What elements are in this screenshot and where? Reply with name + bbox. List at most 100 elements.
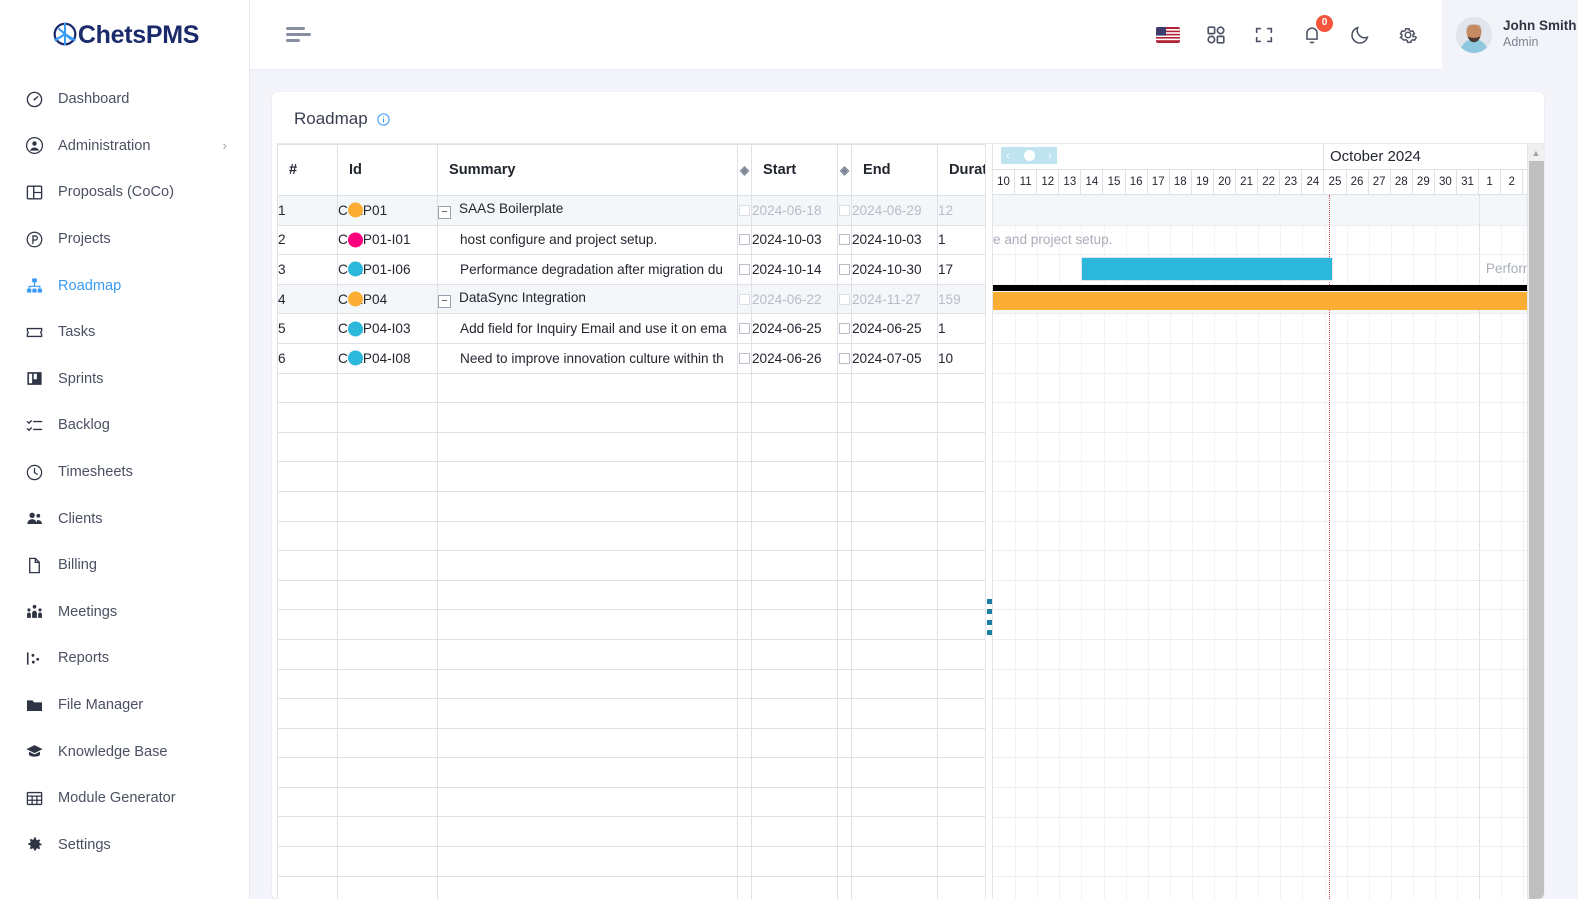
col-header-start[interactable]: Start (751, 144, 838, 196)
timeline-row[interactable] (993, 580, 1544, 610)
timeline-row[interactable] (993, 521, 1544, 551)
table-row[interactable]: 6 C01P04-I08 Need to improve innovation cu… (277, 342, 985, 374)
sidebar-item-roadmap[interactable]: Roadmap (0, 262, 249, 309)
timeline-row[interactable] (993, 757, 1544, 787)
table-row[interactable]: 4C01P04−DataSync Integration 2024-06-22 20… (277, 283, 985, 315)
timeline-row[interactable] (993, 432, 1544, 462)
scrollbar-thumb[interactable] (1529, 161, 1544, 899)
sidebar-item-tasks[interactable]: Tasks (0, 309, 249, 356)
timeline-row[interactable] (993, 876, 1544, 899)
cell-duration[interactable]: 159 (937, 283, 985, 315)
cell-end-date[interactable]: 2024-07-05 (851, 342, 938, 374)
timeline-row[interactable] (993, 373, 1544, 403)
scroll-up-arrow-icon[interactable]: ▲ (1528, 144, 1544, 161)
chevron-right-icon[interactable]: › (1043, 147, 1057, 164)
table-row[interactable]: 1C01P01−SAAS Boilerplate 2024-06-18 2024-0… (277, 195, 985, 226)
sidebar-item-proposals[interactable]: Proposals (CoCo) (0, 169, 249, 216)
splitter-handle-icon[interactable] (987, 599, 992, 635)
cell-start-checkbox[interactable] (737, 342, 752, 374)
sidebar-item-reports[interactable]: Reports (0, 635, 249, 682)
table-row[interactable]: 5 C01P04-I03 Add field for Inquiry Email a… (277, 313, 985, 344)
sidebar-item-knowledge-base[interactable]: Knowledge Base (0, 728, 249, 775)
brand-logo-block[interactable]: ChetsPMS (0, 0, 249, 70)
gantt-bar-summary[interactable] (993, 284, 1544, 310)
timeline-row[interactable] (993, 669, 1544, 699)
apps-grid-icon[interactable] (1204, 23, 1228, 47)
collapse-toggle-icon[interactable]: − (438, 295, 451, 309)
start-checkbox[interactable] (739, 323, 750, 335)
start-checkbox[interactable] (739, 204, 750, 216)
cell-start-checkbox[interactable] (737, 313, 752, 344)
cell-start-checkbox[interactable] (737, 195, 752, 226)
end-checkbox[interactable] (839, 204, 850, 216)
col-header-num[interactable]: # (277, 144, 338, 196)
start-checkbox[interactable] (739, 293, 750, 305)
sidebar-item-sprints[interactable]: Sprints (0, 356, 249, 403)
sidebar-item-meetings[interactable]: Meetings (0, 589, 249, 636)
end-checkbox[interactable] (839, 234, 850, 246)
timeline-row[interactable] (993, 609, 1544, 639)
start-checkbox[interactable] (739, 352, 750, 364)
end-checkbox[interactable] (839, 352, 850, 364)
cell-end-date[interactable]: 2024-06-25 (851, 313, 938, 344)
cell-duration[interactable]: 17 (937, 254, 985, 285)
sidebar-item-settings[interactable]: Settings (0, 822, 249, 869)
cell-end-checkbox[interactable] (837, 195, 852, 226)
sidebar-item-billing[interactable]: Billing (0, 542, 249, 589)
settings-gear-icon[interactable] (1396, 23, 1420, 47)
cell-start-checkbox[interactable] (737, 254, 752, 285)
pane-splitter[interactable] (985, 144, 993, 899)
gantt-bar-task[interactable] (1081, 257, 1334, 282)
cell-duration[interactable]: 1 (937, 313, 985, 344)
col-header-start-sort-icon[interactable]: ◈ (737, 144, 752, 196)
chevron-left-icon[interactable]: ‹ (1001, 147, 1015, 164)
timeline-row[interactable] (993, 787, 1544, 817)
timeline-row[interactable] (993, 846, 1544, 876)
cell-end-checkbox[interactable] (837, 283, 852, 315)
timeline-row[interactable] (993, 817, 1544, 847)
sidebar-item-timesheets[interactable]: Timesheets (0, 449, 249, 496)
timeline-row[interactable] (993, 698, 1544, 728)
end-checkbox[interactable] (839, 263, 850, 275)
timeline-vertical-scrollbar[interactable]: ▲ (1527, 144, 1544, 899)
notifications-bell-icon[interactable]: 0 (1300, 14, 1333, 47)
cell-start-date[interactable]: 2024-06-22 (751, 283, 838, 315)
cell-end-checkbox[interactable] (837, 313, 852, 344)
cell-end-date[interactable]: 2024-10-30 (851, 254, 938, 285)
cell-start-date[interactable]: 2024-06-25 (751, 313, 838, 344)
hamburger-icon[interactable] (286, 24, 312, 46)
cell-start-date[interactable]: 2024-10-14 (751, 254, 838, 285)
col-header-id[interactable]: Id (337, 144, 438, 196)
timeline-row[interactable] (993, 550, 1544, 580)
timeline-zoom-slider[interactable]: ‹ › (1001, 147, 1057, 164)
sidebar-item-projects[interactable]: Projects (0, 216, 249, 263)
table-row[interactable]: 3 C01P01-I06 Performance degradation after… (277, 254, 985, 285)
fullscreen-icon[interactable] (1252, 23, 1276, 47)
cell-end-checkbox[interactable] (837, 224, 852, 256)
timeline-row[interactable] (993, 461, 1544, 491)
cell-end-date[interactable]: 2024-06-29 (851, 195, 938, 226)
timeline-row[interactable] (993, 639, 1544, 669)
cell-start-date[interactable]: 2024-10-03 (751, 224, 838, 256)
user-profile-menu[interactable]: John Smith Admin (1442, 0, 1578, 70)
timeline-row[interactable] (993, 343, 1544, 373)
sidebar-item-administration[interactable]: Administration › (0, 123, 249, 170)
cell-start-date[interactable]: 2024-06-18 (751, 195, 838, 226)
dark-mode-moon-icon[interactable] (1348, 23, 1372, 47)
zoom-knob[interactable] (1023, 150, 1035, 161)
sidebar-item-module-generator[interactable]: Module Generator (0, 775, 249, 822)
col-header-duration[interactable]: Durati (937, 144, 985, 196)
cell-duration[interactable]: 10 (937, 342, 985, 374)
collapse-toggle-icon[interactable]: − (438, 206, 451, 220)
start-checkbox[interactable] (739, 234, 750, 246)
end-checkbox[interactable] (839, 323, 850, 335)
cell-start-checkbox[interactable] (737, 283, 752, 315)
sidebar-item-backlog[interactable]: Backlog (0, 402, 249, 449)
col-header-end[interactable]: End (851, 144, 938, 196)
timeline-row[interactable] (993, 195, 1544, 225)
cell-end-date[interactable]: 2024-11-27 (851, 283, 938, 315)
start-checkbox[interactable] (739, 263, 750, 275)
timeline-row[interactable] (993, 728, 1544, 758)
table-row[interactable]: 2 C01P01-I01 host configure and project se… (277, 224, 985, 256)
sidebar-item-dashboard[interactable]: Dashboard (0, 76, 249, 123)
